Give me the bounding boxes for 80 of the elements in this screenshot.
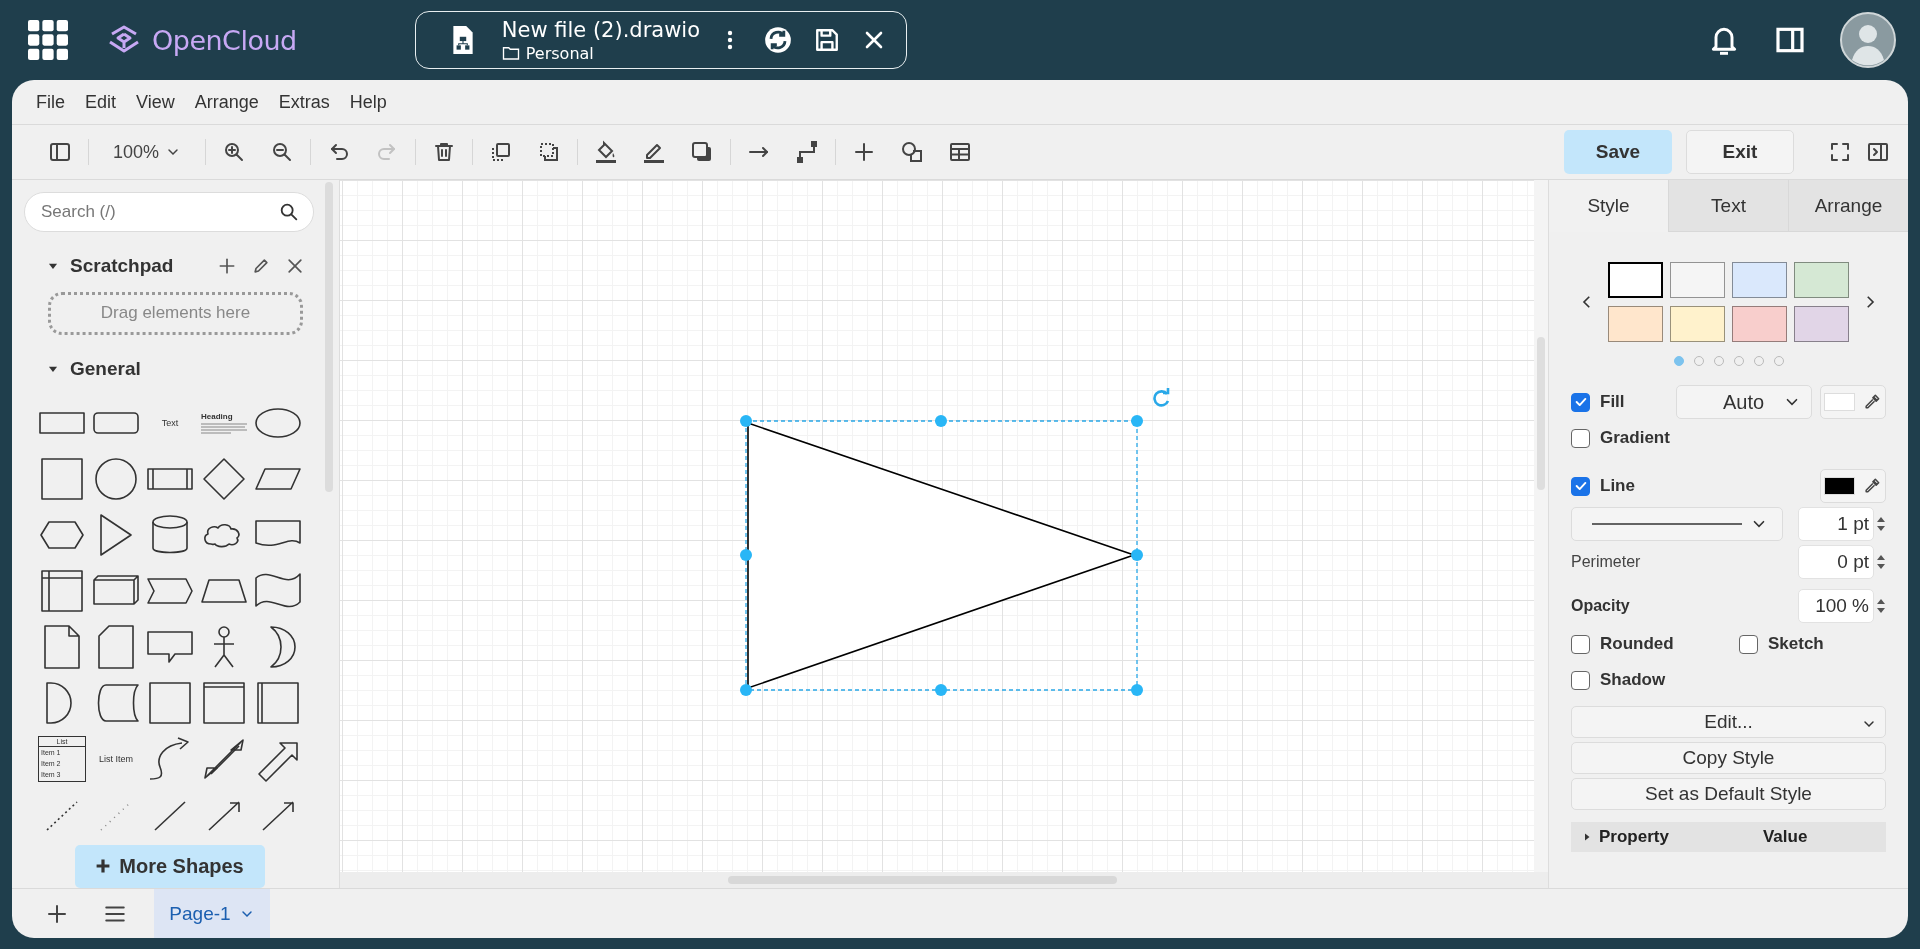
apps-grid-icon[interactable] bbox=[28, 20, 68, 60]
fill-dropdown[interactable]: Auto bbox=[1676, 385, 1812, 419]
section-title[interactable]: Scratchpad bbox=[70, 255, 174, 278]
file-name: New file (2).drawio bbox=[501, 17, 700, 42]
color-swatch[interactable] bbox=[1670, 262, 1725, 298]
fullscreen-icon[interactable] bbox=[1828, 140, 1852, 164]
column-header: Property bbox=[1599, 827, 1669, 847]
number-field[interactable]: 0 pt bbox=[1798, 545, 1874, 579]
heading-shape[interactable]: Heading bbox=[201, 412, 247, 421]
avatar[interactable] bbox=[1840, 12, 1896, 68]
checkbox-label: Shadow bbox=[1600, 670, 1666, 690]
checkbox[interactable] bbox=[1739, 634, 1758, 654]
line-style-dropdown[interactable] bbox=[1571, 507, 1783, 541]
menu-item[interactable]: View bbox=[126, 91, 185, 113]
column-header: Value bbox=[1762, 827, 1808, 847]
menu-item[interactable]: Edit bbox=[75, 91, 127, 113]
menu-item[interactable]: File bbox=[26, 91, 75, 113]
tab[interactable]: Arrange bbox=[1788, 180, 1908, 232]
checkbox-label: Line bbox=[1600, 476, 1635, 496]
color-swatch[interactable] bbox=[1670, 306, 1725, 342]
waypoint-icon[interactable] bbox=[795, 140, 820, 164]
paint-bucket-icon[interactable] bbox=[594, 140, 619, 164]
color-swatch[interactable] bbox=[1732, 306, 1787, 342]
number-field[interactable]: 1 pt bbox=[1798, 507, 1874, 541]
style-button[interactable]: Set as Default Style bbox=[1571, 778, 1886, 810]
save-icon[interactable] bbox=[813, 27, 840, 53]
checkbox-label: Fill bbox=[1600, 392, 1625, 412]
sidebar-icon[interactable] bbox=[48, 140, 72, 164]
folder-icon bbox=[501, 44, 520, 62]
shapes-icon[interactable] bbox=[900, 140, 925, 164]
sync-icon[interactable] bbox=[763, 26, 792, 54]
checkbox-label: Gradient bbox=[1600, 428, 1670, 448]
line-preview-icon bbox=[1592, 523, 1742, 525]
spinner-icon[interactable] bbox=[1876, 517, 1886, 531]
search-field[interactable]: Search (/) bbox=[24, 192, 314, 232]
spinner-icon[interactable] bbox=[1876, 599, 1886, 613]
color-swatch[interactable] bbox=[1794, 262, 1849, 298]
section-title[interactable]: General bbox=[70, 357, 141, 380]
color-swatch[interactable] bbox=[1608, 306, 1663, 342]
search-icon[interactable] bbox=[278, 201, 300, 223]
exit-button[interactable]: Exit bbox=[1686, 130, 1794, 174]
folder-name[interactable]: Personal bbox=[525, 43, 594, 63]
page-tab[interactable]: Page-1 bbox=[154, 889, 270, 938]
plus-icon bbox=[95, 858, 112, 875]
checkbox-label: Rounded bbox=[1600, 634, 1674, 654]
checkbox[interactable] bbox=[1571, 428, 1590, 448]
color-swatch[interactable] bbox=[1794, 306, 1849, 342]
zoom-dropdown[interactable]: 100% bbox=[93, 141, 202, 163]
style-button[interactable]: Edit... bbox=[1571, 706, 1886, 738]
property-table-header[interactable]: Property Value bbox=[1571, 822, 1886, 852]
paragraph-lines-icon bbox=[201, 423, 247, 434]
color-picker[interactable] bbox=[1820, 469, 1886, 503]
menu-item[interactable]: Arrange bbox=[184, 91, 269, 113]
table-icon[interactable] bbox=[948, 140, 973, 164]
checkmark-icon bbox=[1573, 395, 1588, 409]
app-name: OpenCloud bbox=[152, 24, 297, 56]
save-button[interactable]: Save bbox=[1564, 130, 1672, 174]
field-label: Perimeter bbox=[1571, 553, 1641, 571]
rotate-icon[interactable] bbox=[1151, 387, 1171, 407]
checkbox[interactable] bbox=[1571, 634, 1590, 654]
tab[interactable]: Text bbox=[1668, 180, 1788, 232]
menu-item[interactable]: Help bbox=[339, 91, 397, 113]
checkbox-label: Sketch bbox=[1768, 634, 1824, 654]
color-swatch[interactable] bbox=[1608, 262, 1663, 298]
checkbox[interactable] bbox=[1571, 670, 1590, 690]
more-shapes-button[interactable]: More Shapes bbox=[74, 845, 265, 888]
menu-item[interactable]: Extras bbox=[268, 91, 340, 113]
list-item-shape[interactable]: List Item bbox=[99, 754, 133, 764]
number-field[interactable]: 100 % bbox=[1798, 589, 1874, 623]
field-label: Opacity bbox=[1571, 597, 1630, 615]
color-picker[interactable] bbox=[1820, 385, 1886, 419]
checkmark-icon bbox=[1573, 479, 1588, 493]
text-shape[interactable]: Text bbox=[161, 418, 179, 428]
style-button[interactable]: Copy Style bbox=[1571, 742, 1886, 774]
page-dot[interactable] bbox=[1673, 356, 1684, 366]
spinner-icon[interactable] bbox=[1876, 555, 1886, 569]
checkbox[interactable] bbox=[1571, 392, 1590, 412]
panel-icon[interactable] bbox=[1866, 140, 1890, 164]
checkbox[interactable] bbox=[1571, 476, 1590, 496]
color-swatch[interactable] bbox=[1732, 262, 1787, 298]
